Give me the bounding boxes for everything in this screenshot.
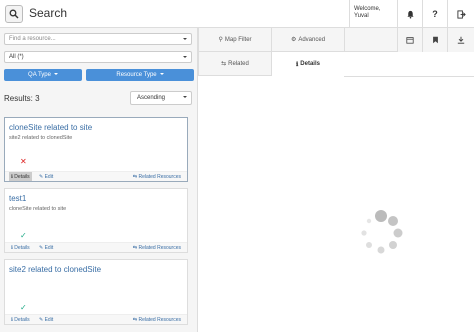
welcome-user[interactable]: Welcome, Yuval	[349, 0, 397, 28]
resource-panel: Find a resource... All (*) QA Type Resou…	[0, 28, 198, 332]
card-title[interactable]: test1	[9, 194, 26, 203]
details-button[interactable]: ℹ Details	[9, 315, 32, 324]
card-subtitle: cloneSite related to site	[9, 206, 67, 212]
welcome-text: Welcome,	[354, 6, 381, 12]
resource-type-dropdown[interactable]: Resource Type	[86, 69, 194, 81]
download-icon	[457, 36, 465, 44]
help-button[interactable]: ?	[422, 0, 447, 28]
edit-button[interactable]: ✎ Edit	[39, 172, 53, 182]
error-status-icon: ✕	[20, 157, 27, 166]
card-footer: ℹ Details ✎ Edit ⇆ Related Resources	[5, 242, 187, 252]
result-card[interactable]: site2 related to clonedSite ✓ ℹ Details …	[4, 259, 188, 325]
scope-value: All (*)	[9, 54, 24, 60]
find-resource-input[interactable]: Find a resource...	[4, 33, 192, 45]
chevron-down-icon	[183, 56, 187, 58]
card-footer: ℹ Details ✎ Edit ⇆ Related Resources	[5, 314, 187, 324]
tab-related[interactable]: ⇆ Related	[198, 52, 271, 76]
tab-divider	[344, 76, 474, 77]
logout-icon	[456, 9, 466, 19]
tab-map-filter-label: Map Filter	[224, 36, 252, 43]
edit-label: Edit	[44, 245, 54, 251]
related-label: Related Resources	[138, 317, 181, 323]
details-button[interactable]: ℹ Details	[9, 172, 32, 181]
calendar-icon	[406, 37, 414, 44]
edit-button[interactable]: ✎ Edit	[39, 243, 53, 253]
top-bar: Search Welcome, Yuval ?	[0, 0, 474, 28]
resource-type-label: Resource Type	[116, 72, 157, 78]
logout-button[interactable]	[447, 0, 474, 28]
ok-status-icon: ✓	[20, 303, 27, 312]
card-title[interactable]: site2 related to clonedSite	[9, 265, 101, 274]
tab-details-label: Details	[300, 61, 320, 67]
related-resources-button[interactable]: ⇆ Related Resources	[133, 172, 181, 182]
card-footer: ℹ Details ✎ Edit ⇆ Related Resources	[5, 171, 187, 181]
related-resources-button[interactable]: ⇆ Related Resources	[133, 243, 181, 253]
tab-details[interactable]: ℹ Details	[271, 52, 344, 76]
sort-value: Ascending	[137, 95, 166, 101]
download-button[interactable]	[447, 28, 474, 52]
bell-icon	[406, 10, 414, 19]
sort-select[interactable]: Ascending	[130, 91, 192, 105]
result-card[interactable]: cloneSite related to site site2 related …	[4, 117, 188, 182]
notifications-button[interactable]	[397, 0, 422, 28]
scope-select[interactable]: All (*)	[4, 51, 192, 63]
card-subtitle: site2 related to clonedSite	[9, 135, 73, 141]
bookmark-button[interactable]	[422, 28, 447, 52]
help-icon: ?	[432, 9, 438, 19]
tab-related-label: Related	[228, 60, 249, 67]
related-icon: ⇆	[221, 61, 227, 67]
related-label: Related Resources	[138, 174, 181, 180]
search-button[interactable]	[5, 5, 23, 23]
result-card[interactable]: test1 cloneSite related to site ✓ ℹ Deta…	[4, 188, 188, 253]
info-icon: ℹ	[296, 61, 299, 68]
related-label: Related Resources	[138, 245, 181, 251]
tab-map-filter[interactable]: ⚲ Map Filter	[198, 28, 271, 52]
chevron-down-icon	[183, 38, 187, 40]
gear-icon: ⚙	[290, 37, 297, 43]
details-label: Details	[14, 245, 30, 251]
tab-advanced[interactable]: ⚙ Advanced	[271, 28, 344, 52]
details-label: Details	[14, 317, 30, 323]
search-icon	[9, 9, 19, 19]
related-resources-button[interactable]: ⇆ Related Resources	[133, 315, 181, 325]
chevron-down-icon	[53, 73, 58, 76]
ok-status-icon: ✓	[20, 231, 27, 240]
details-label: Details	[14, 174, 30, 180]
details-button[interactable]: ℹ Details	[9, 243, 32, 252]
tab-advanced-label: Advanced	[298, 36, 326, 43]
map-pin-icon: ⚲	[218, 37, 223, 43]
results-count: Results: 3	[4, 94, 40, 103]
qa-type-dropdown[interactable]: QA Type	[4, 69, 82, 81]
bookmark-icon	[432, 36, 438, 44]
qa-type-label: QA Type	[28, 72, 51, 78]
edit-label: Edit	[44, 174, 54, 180]
chevron-down-icon	[159, 73, 164, 76]
edit-label: Edit	[44, 317, 54, 323]
username: Yuval	[354, 13, 369, 19]
calendar-button[interactable]	[397, 28, 422, 52]
search-label[interactable]: Search	[29, 6, 67, 20]
edit-button[interactable]: ✎ Edit	[39, 315, 53, 325]
find-resource-placeholder: Find a resource...	[9, 36, 56, 42]
chevron-down-icon	[183, 96, 187, 98]
loading-spinner-icon	[361, 210, 403, 254]
card-title[interactable]: cloneSite related to site	[9, 123, 92, 132]
